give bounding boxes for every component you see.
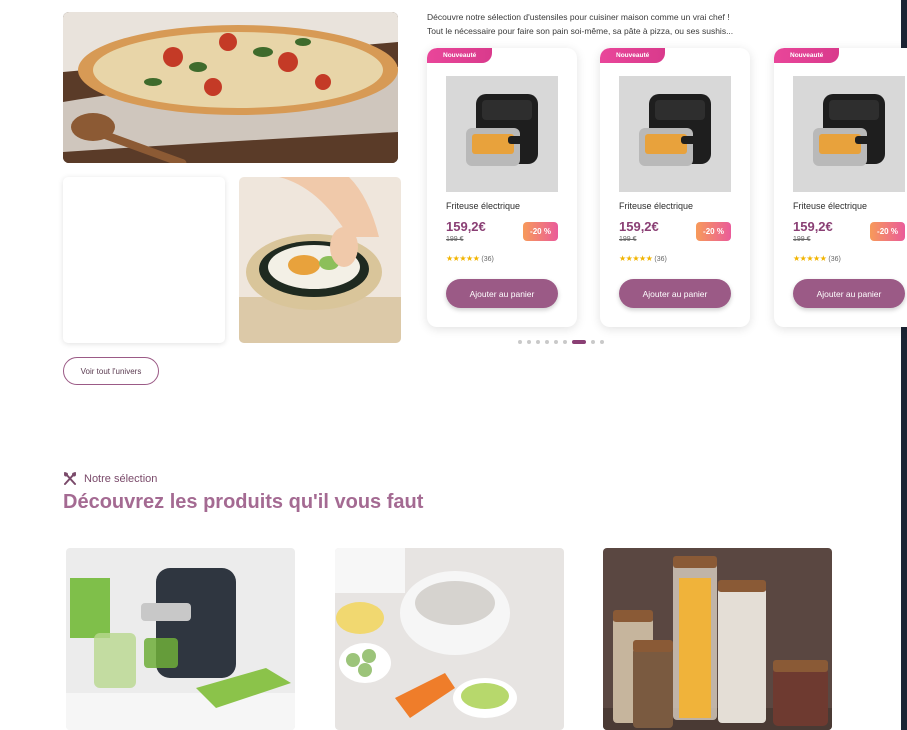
- carousel-dot[interactable]: [536, 340, 540, 344]
- rating-stars: ★★★★★ (36): [619, 254, 667, 263]
- discount-badge: -20 %: [870, 222, 905, 241]
- carousel-dot[interactable]: [563, 340, 567, 344]
- carousel-dot[interactable]: [572, 340, 586, 344]
- product-name: Friteuse électrique: [793, 201, 868, 211]
- rating-stars: ★★★★★ (36): [793, 254, 841, 263]
- sushi-image: [239, 177, 401, 343]
- intro-text: Découvre notre sélection d'ustensiles po…: [427, 10, 827, 38]
- juicer-image[interactable]: [66, 548, 295, 730]
- product-name: Friteuse électrique: [619, 201, 694, 211]
- rating-stars: ★★★★★ (36): [446, 254, 494, 263]
- carousel-dot[interactable]: [600, 340, 604, 344]
- star-icons: ★★★★★: [446, 254, 480, 263]
- carousel-pagination[interactable]: [518, 340, 604, 344]
- jars-image[interactable]: [603, 548, 832, 730]
- product-name: Friteuse électrique: [446, 201, 521, 211]
- utensils-icon: [63, 472, 77, 486]
- air-fryer-image: [793, 76, 905, 192]
- voir-univers-button[interactable]: Voir tout l'univers: [63, 357, 159, 385]
- new-badge: Nouveauté: [774, 48, 840, 63]
- pizza-image: [63, 12, 398, 163]
- selection-tag: Notre sélection: [63, 472, 157, 486]
- product-price: 159,2€: [793, 219, 833, 234]
- empty-tile: [63, 177, 225, 343]
- product-card[interactable]: Nouveauté Friteuse électrique 159,2€ 199…: [774, 48, 907, 327]
- carousel-dot[interactable]: [518, 340, 522, 344]
- product-price: 159,2€: [619, 219, 659, 234]
- air-fryer-image: [446, 76, 558, 192]
- discount-badge: -20 %: [696, 222, 731, 241]
- carousel-dot[interactable]: [545, 340, 549, 344]
- review-count: (36): [654, 256, 667, 263]
- discount-badge: -20 %: [523, 222, 558, 241]
- product-price: 159,2€: [446, 219, 486, 234]
- intro-line-1: Découvre notre sélection d'ustensiles po…: [427, 12, 730, 22]
- review-count: (36): [481, 256, 494, 263]
- carousel-dot[interactable]: [527, 340, 531, 344]
- new-badge: Nouveauté: [427, 48, 493, 63]
- mandoline-image[interactable]: [335, 548, 564, 730]
- product-old-price: 199 €: [446, 236, 464, 243]
- add-to-cart-button[interactable]: Ajouter au panier: [619, 279, 731, 308]
- carousel-dot[interactable]: [591, 340, 595, 344]
- carousel-dot[interactable]: [554, 340, 558, 344]
- product-old-price: 199 €: [619, 236, 637, 243]
- selection-title: Découvrez les produits qu'il vous faut: [63, 491, 424, 513]
- air-fryer-image: [619, 76, 731, 192]
- new-badge: Nouveauté: [600, 48, 666, 63]
- add-to-cart-button[interactable]: Ajouter au panier: [793, 279, 905, 308]
- star-icons: ★★★★★: [793, 254, 827, 263]
- product-old-price: 199 €: [793, 236, 811, 243]
- product-card[interactable]: Nouveauté Friteuse électrique 159,2€ 199…: [427, 48, 577, 327]
- intro-line-2: Tout le nécessaire pour faire son pain s…: [427, 26, 734, 36]
- add-to-cart-button[interactable]: Ajouter au panier: [446, 279, 558, 308]
- product-card[interactable]: Nouveauté Friteuse électrique 159,2€ 199…: [600, 48, 750, 327]
- review-count: (36): [828, 256, 841, 263]
- selection-tag-label: Notre sélection: [84, 473, 158, 485]
- star-icons: ★★★★★: [619, 254, 653, 263]
